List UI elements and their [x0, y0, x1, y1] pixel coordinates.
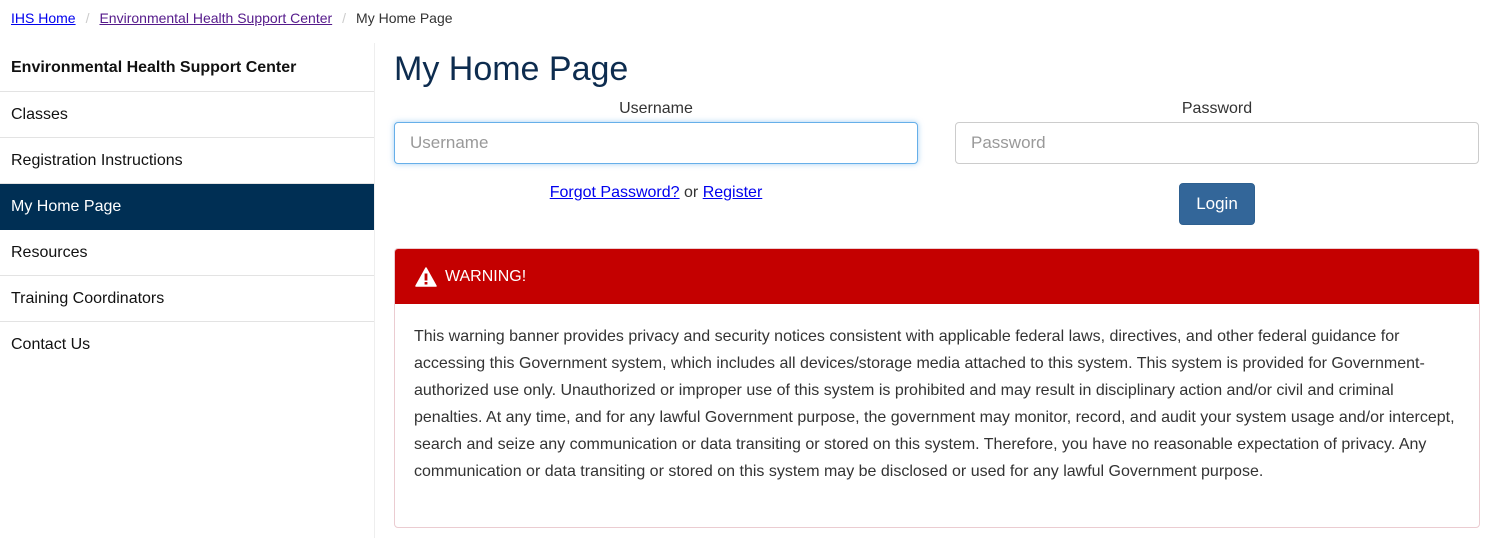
warning-panel: WARNING! This warning banner provides pr…: [394, 248, 1480, 528]
main-content: My Home Page Username Forgot Password? o…: [394, 43, 1480, 528]
register-link[interactable]: Register: [703, 184, 763, 201]
sidebar-item-registration-instructions[interactable]: Registration Instructions: [0, 138, 374, 184]
breadcrumb-current: My Home Page: [356, 10, 453, 26]
sidebar-item-resources[interactable]: Resources: [0, 230, 374, 276]
password-group: Password Login: [955, 97, 1479, 225]
breadcrumb-separator: /: [85, 10, 90, 26]
sidebar-item-my-home-page[interactable]: My Home Page: [0, 184, 374, 230]
forgot-password-link[interactable]: Forgot Password?: [550, 184, 680, 201]
breadcrumb-ihs-home-link[interactable]: IHS Home: [11, 10, 76, 26]
password-label: Password: [1181, 100, 1253, 117]
page-title: My Home Page: [394, 50, 629, 88]
sidebar-item-training-coordinators[interactable]: Training Coordinators: [0, 276, 374, 322]
breadcrumb: IHS Home / Environmental Health Support …: [11, 10, 453, 26]
or-text: or: [684, 184, 699, 201]
breadcrumb-ehsc-link[interactable]: Environmental Health Support Center: [99, 10, 332, 26]
username-input[interactable]: [394, 122, 918, 164]
breadcrumb-separator: /: [342, 10, 347, 26]
username-group: Username Forgot Password? or Register: [394, 97, 918, 202]
warning-title: WARNING!: [445, 267, 527, 285]
username-label: Username: [619, 100, 693, 117]
account-links: Forgot Password? or Register: [394, 184, 918, 202]
warning-triangle-icon: [415, 266, 437, 287]
sidebar-item-contact-us[interactable]: Contact Us: [0, 322, 374, 368]
password-input[interactable]: [955, 122, 1479, 164]
sidebar-heading: Environmental Health Support Center: [0, 43, 374, 92]
warning-header: WARNING!: [395, 249, 1479, 304]
login-button[interactable]: Login: [1179, 183, 1255, 225]
sidebar-item-classes[interactable]: Classes: [0, 92, 374, 138]
login-form: Username Forgot Password? or Register Pa…: [394, 97, 1480, 237]
sidebar: Environmental Health Support Center Clas…: [0, 43, 375, 538]
warning-body: This warning banner provides privacy and…: [414, 328, 1455, 480]
